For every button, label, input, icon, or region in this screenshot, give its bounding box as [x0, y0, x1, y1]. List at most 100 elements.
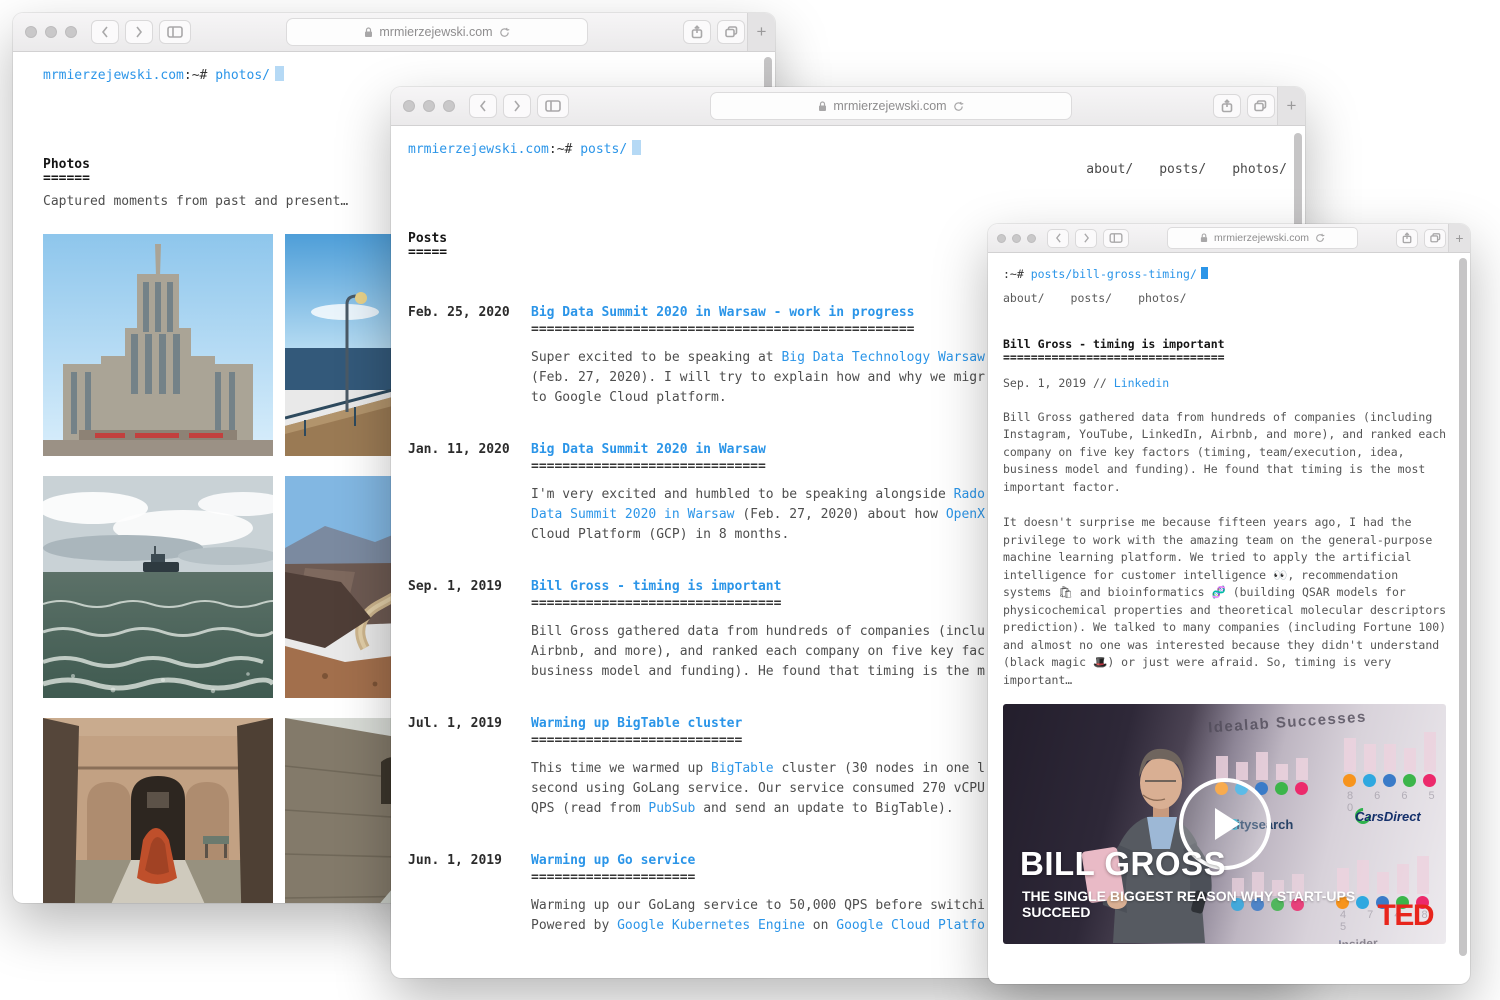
post-title-rule: ================================: [1003, 351, 1455, 364]
scrollbar[interactable]: [1459, 254, 1468, 981]
forward-button[interactable]: [503, 94, 531, 118]
post-title-rule: ===========================: [531, 734, 985, 748]
photo-temple-courtyard[interactable]: [43, 718, 273, 903]
post-title-link[interactable]: Big Data Summit 2020 in Warsaw: [531, 443, 766, 457]
share-button[interactable]: [1213, 94, 1241, 118]
url-text: mrmierzejewski.com: [833, 99, 946, 113]
path-link[interactable]: posts/bill-gross-timing/: [1031, 267, 1197, 281]
address-bar[interactable]: mrmierzejewski.com: [710, 92, 1073, 120]
tabs-button[interactable]: [1247, 94, 1275, 118]
terminal-prompt: :~# posts/bill-gross-timing/: [1003, 266, 1455, 282]
new-tab-button[interactable]: +: [747, 13, 775, 51]
inline-link[interactable]: BigTable: [711, 761, 774, 776]
browser-window-post: mrmierzejewski.com + :~# posts/bill-gros…: [988, 224, 1470, 984]
share-button[interactable]: [683, 20, 711, 44]
post-title-link[interactable]: Big Data Summit 2020 in Warsaw - work in…: [531, 306, 915, 320]
lock-icon: [1200, 233, 1208, 243]
close-window-button[interactable]: [403, 100, 415, 112]
tabs-button[interactable]: [717, 20, 745, 44]
site-nav: about/posts/photos/: [1003, 290, 1455, 307]
photo-palace-of-culture[interactable]: [43, 234, 273, 456]
post-paragraph: It doesn't surprise me because fifteen y…: [1003, 514, 1455, 689]
terminal-cursor: [275, 66, 284, 81]
close-window-button[interactable]: [997, 234, 1006, 243]
sidebar-toggle-button[interactable]: [1103, 229, 1129, 248]
home-link[interactable]: mrmierzejewski.com: [43, 68, 184, 83]
share-button[interactable]: [1396, 229, 1418, 248]
window-controls: [403, 100, 455, 112]
minimize-window-button[interactable]: [45, 26, 57, 38]
reload-icon[interactable]: [1315, 233, 1325, 243]
post-title-link[interactable]: Warming up Go service: [531, 854, 695, 868]
nav-photos[interactable]: photos/: [1232, 162, 1287, 177]
zoom-window-button[interactable]: [65, 26, 77, 38]
close-window-button[interactable]: [25, 26, 37, 38]
minimize-window-button[interactable]: [1012, 234, 1021, 243]
ted-logo: TED: [1378, 901, 1434, 931]
back-button[interactable]: [91, 20, 119, 44]
video-speaker-name: BILL GROSS: [1020, 845, 1226, 883]
zoom-window-button[interactable]: [1027, 234, 1036, 243]
post-title-link[interactable]: Bill Gross - timing is important: [531, 580, 781, 594]
nav-photos[interactable]: photos/: [1138, 291, 1186, 305]
window-controls: [25, 26, 77, 38]
back-button[interactable]: [1047, 229, 1069, 248]
inline-link[interactable]: Google Cloud Platfo: [836, 918, 985, 933]
post-excerpt: Bill Gross gathered data from hundreds o…: [531, 622, 985, 682]
inline-link[interactable]: Google Kubernetes Engine: [617, 918, 805, 933]
scrollbar-thumb[interactable]: [1459, 258, 1467, 956]
window-controls: [997, 234, 1036, 243]
terminal-prompt: mrmierzejewski.com:~# photos/: [43, 66, 284, 86]
inline-link[interactable]: Data Summit 2020 in Warsaw: [531, 507, 735, 522]
post-title-rule: ================================: [531, 597, 985, 611]
post-date: Feb. 25, 2020: [408, 303, 531, 408]
url-text: mrmierzejewski.com: [379, 25, 492, 39]
back-button[interactable]: [469, 94, 497, 118]
browser-toolbar: mrmierzejewski.com +: [391, 87, 1305, 126]
address-bar[interactable]: mrmierzejewski.com: [286, 18, 588, 46]
url-text: mrmierzejewski.com: [1214, 232, 1309, 244]
sidebar-toggle-button[interactable]: [537, 94, 569, 118]
lock-icon: [818, 101, 827, 112]
new-tab-button[interactable]: +: [1448, 224, 1470, 252]
inline-link[interactable]: Rado: [954, 487, 985, 502]
post-date: Jul. 1, 2019: [408, 714, 531, 819]
post-title-link[interactable]: Warming up BigTable cluster: [531, 717, 742, 731]
desktop: mrmierzejewski.com + mrmierzejewski.com:…: [0, 0, 1500, 1000]
reload-icon[interactable]: [499, 27, 510, 38]
site-nav: about/posts/photos/: [982, 140, 1287, 200]
post-paragraphs: Bill Gross gathered data from hundreds o…: [1003, 409, 1455, 690]
address-bar[interactable]: mrmierzejewski.com: [1167, 227, 1358, 249]
video-thumbnail[interactable]: Idealab Successes citysearch: [1003, 704, 1446, 944]
minimize-window-button[interactable]: [423, 100, 435, 112]
zoom-window-button[interactable]: [443, 100, 455, 112]
post-title-rule: =====================: [531, 871, 985, 885]
path-link[interactable]: photos/: [215, 68, 270, 83]
sidebar-toggle-button[interactable]: [159, 20, 191, 44]
post-date: Jun. 1, 2019: [408, 851, 531, 936]
tabs-button[interactable]: [1424, 229, 1446, 248]
inline-link[interactable]: PubSub: [648, 801, 695, 816]
lock-icon: [364, 27, 373, 38]
nav-about[interactable]: about/: [1086, 162, 1133, 177]
terminal-prompt: mrmierzejewski.com:~# posts/: [408, 140, 641, 160]
browser-toolbar: mrmierzejewski.com +: [13, 13, 775, 52]
photo-ship-at-sea[interactable]: [43, 476, 273, 698]
post-title-rule: ========================================…: [531, 323, 985, 337]
post-title-rule: ==============================: [531, 460, 985, 474]
inline-link[interactable]: Big Data Technology Warsaw: [781, 350, 985, 365]
terminal-cursor: [632, 140, 641, 155]
inline-link[interactable]: OpenX: [946, 507, 985, 522]
linkedin-link[interactable]: Linkedin: [1114, 376, 1169, 390]
nav-about[interactable]: about/: [1003, 291, 1045, 305]
post-excerpt: Warming up our GoLang service to 50,000 …: [531, 896, 985, 936]
forward-button[interactable]: [125, 20, 153, 44]
home-link[interactable]: mrmierzejewski.com: [408, 142, 549, 157]
reload-icon[interactable]: [953, 101, 964, 112]
nav-posts[interactable]: posts/: [1159, 162, 1206, 177]
path-link[interactable]: posts/: [580, 142, 627, 157]
nav-posts[interactable]: posts/: [1071, 291, 1113, 305]
forward-button[interactable]: [1075, 229, 1097, 248]
post-paragraph: Bill Gross gathered data from hundreds o…: [1003, 409, 1455, 497]
new-tab-button[interactable]: +: [1277, 87, 1305, 125]
